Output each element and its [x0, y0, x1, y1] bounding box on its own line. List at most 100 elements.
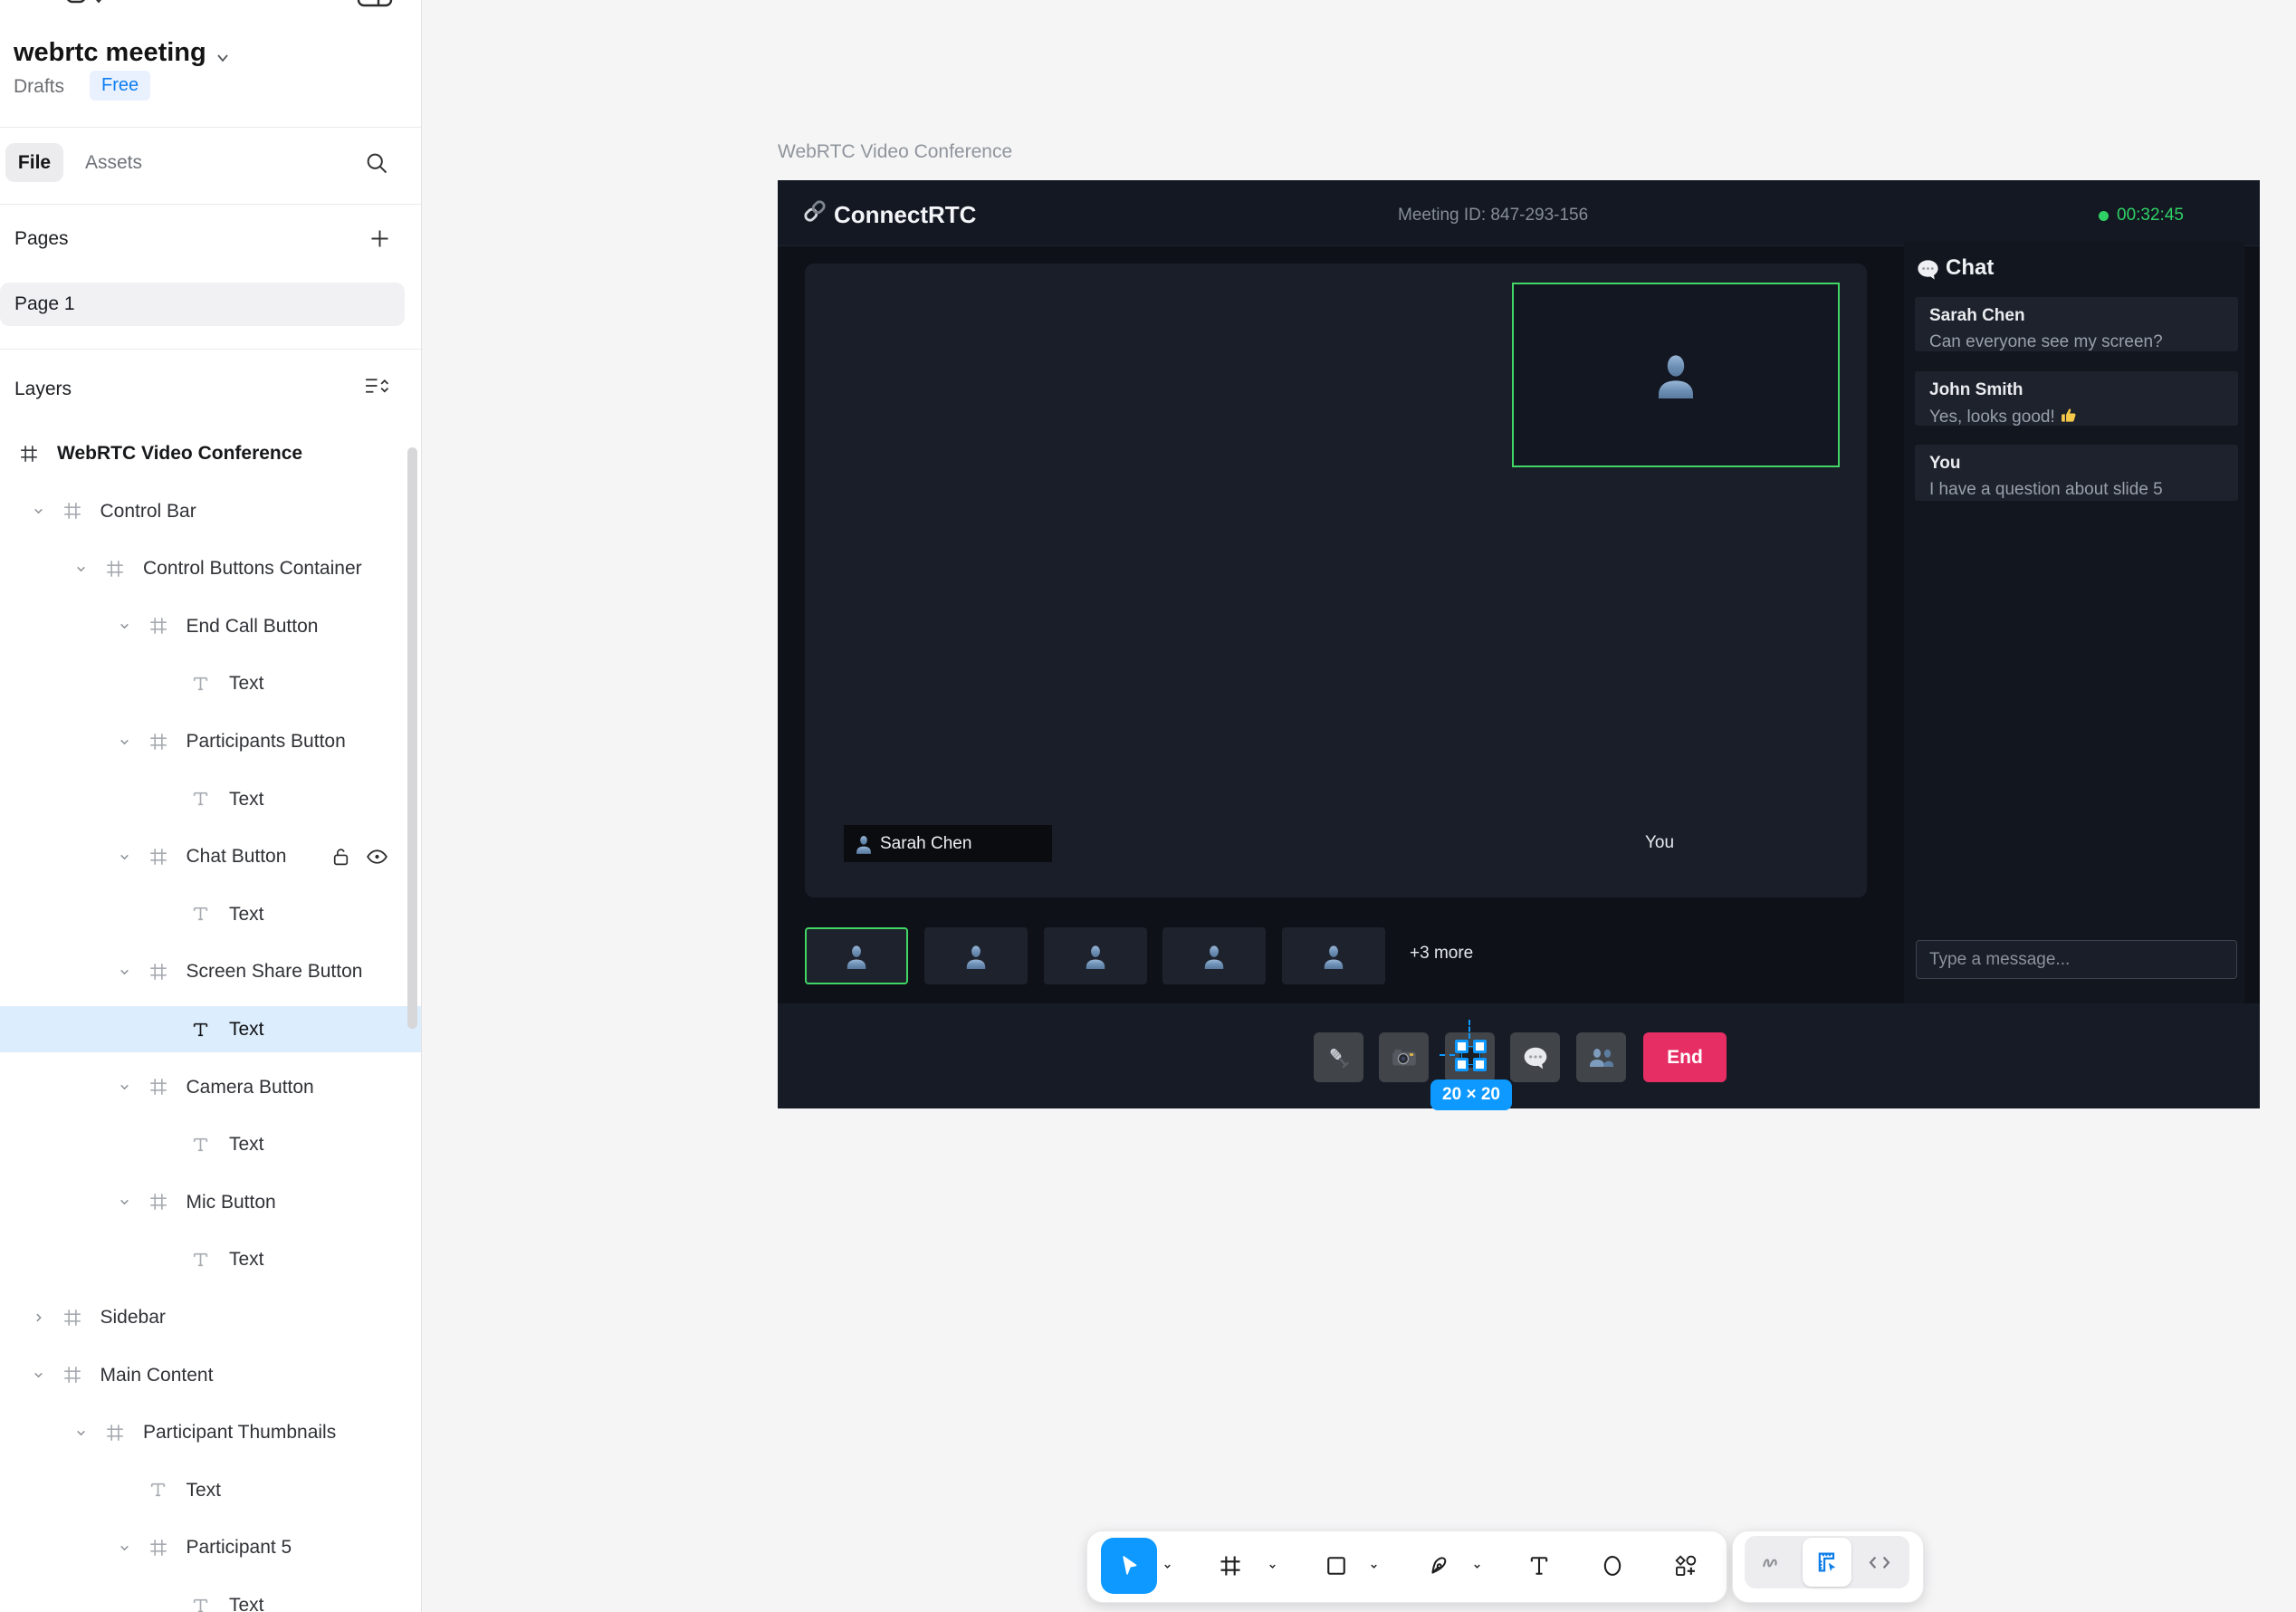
layer-chevron-down-icon[interactable]	[119, 965, 130, 977]
selection-guide-horizontal	[1440, 1054, 1455, 1056]
layer-chevron-down-icon[interactable]	[119, 850, 130, 862]
speaker-name-pill[interactable]: Sarah Chen	[844, 825, 1052, 862]
add-page-icon[interactable]	[368, 226, 392, 251]
layer-row-camera-button[interactable]: Camera Button	[0, 1064, 421, 1110]
unlock-icon[interactable]	[331, 846, 350, 867]
selection-handle-sw[interactable]	[1455, 1058, 1468, 1071]
selection-handle-nw[interactable]	[1455, 1040, 1468, 1053]
frame-tool-chevron-icon[interactable]	[1268, 1561, 1277, 1571]
chat-toggle-button[interactable]	[1510, 1032, 1560, 1082]
dev-mode-code-icon[interactable]	[1867, 1550, 1892, 1576]
layer-label: Text	[229, 1249, 264, 1271]
comment-tool-button[interactable]	[1600, 1553, 1625, 1578]
figma-logo-icon[interactable]	[65, 0, 89, 14]
move-tool-chevron-icon[interactable]	[1162, 1561, 1172, 1571]
participants-button[interactable]	[1576, 1032, 1626, 1082]
layer-row-participant-thumbnails[interactable]: Participant Thumbnails	[0, 1409, 421, 1455]
layer-row-text[interactable]: Text	[0, 1121, 421, 1167]
collapse-layers-icon[interactable]	[364, 375, 389, 398]
rectangle-tool-button[interactable]	[1324, 1553, 1349, 1578]
participant-thumbnail-3[interactable]	[1043, 927, 1147, 984]
meeting-id-text: Meeting ID: 847-293-156	[1398, 206, 1589, 225]
layer-chevron-down-icon[interactable]	[119, 1081, 130, 1093]
layer-row-text[interactable]: Text	[0, 1236, 421, 1282]
layer-row-control-buttons-container[interactable]: Control Buttons Container	[0, 545, 421, 591]
measure-mode-button[interactable]	[1803, 1538, 1851, 1587]
layer-row-chat-button[interactable]: Chat Button	[0, 833, 421, 879]
layer-chevron-down-icon[interactable]	[119, 1196, 130, 1208]
participant-thumbnail-1[interactable]	[805, 927, 908, 984]
chat-header: Chat	[1946, 255, 1995, 280]
tab-assets[interactable]: Assets	[85, 152, 142, 174]
layer-row-main-content[interactable]: Main Content	[0, 1352, 421, 1398]
chat-message-text: Yes, looks good!	[1929, 407, 2238, 427]
layer-row-text[interactable]: Text	[0, 1467, 421, 1513]
search-icon[interactable]	[364, 150, 389, 176]
text-layer-icon	[191, 1596, 210, 1612]
selection-handle-ne[interactable]	[1473, 1040, 1487, 1053]
layout-grid-icon[interactable]	[357, 0, 393, 14]
layer-row-participants-button[interactable]: Participants Button	[0, 718, 421, 764]
layers-scrollbar[interactable]	[407, 447, 417, 1029]
chat-message-input[interactable]	[1916, 940, 2237, 979]
file-title[interactable]: webrtc meeting	[14, 38, 206, 68]
pen-tool-chevron-icon[interactable]	[1472, 1561, 1482, 1571]
text-layer-icon	[191, 1250, 210, 1269]
pen-tool-button[interactable]	[1427, 1553, 1452, 1578]
actions-tool-button[interactable]	[1673, 1553, 1698, 1578]
layer-chevron-right-icon[interactable]	[33, 1311, 44, 1323]
frame-layer-icon	[148, 962, 168, 982]
page-item-active[interactable]: Page 1	[0, 283, 405, 326]
layer-row-mic-button[interactable]: Mic Button	[0, 1179, 421, 1225]
participant-thumbnail-5[interactable]	[1281, 927, 1385, 984]
file-title-chevron-icon[interactable]	[215, 52, 230, 64]
layer-row-webrtc-video-conference[interactable]: WebRTC Video Conference	[0, 430, 421, 476]
layer-label: Text	[229, 1595, 264, 1612]
layer-row-text[interactable]: Text	[0, 891, 421, 937]
tab-file[interactable]: File	[5, 143, 63, 182]
chat-message-author: Sarah Chen	[1929, 306, 2025, 325]
breadcrumb-drafts[interactable]: Drafts	[14, 76, 64, 98]
layer-chevron-down-icon[interactable]	[75, 1426, 87, 1438]
canvas-frame-label[interactable]: WebRTC Video Conference	[778, 141, 1012, 163]
layer-chevron-down-icon[interactable]	[33, 1369, 44, 1381]
layer-row-participant-5[interactable]: Participant 5	[0, 1524, 421, 1570]
layer-row-text[interactable]: Text	[0, 776, 421, 822]
text-tool-button[interactable]	[1526, 1553, 1552, 1578]
self-video-tile[interactable]	[1512, 283, 1840, 467]
self-label: You	[1645, 833, 1675, 852]
layer-label: End Call Button	[186, 615, 319, 637]
layer-chevron-down-icon[interactable]	[0, 447, 1, 459]
participant-thumbnail-2[interactable]	[924, 927, 1028, 984]
camera-button[interactable]	[1379, 1032, 1429, 1082]
visibility-eye-icon[interactable]	[366, 849, 388, 864]
rectangle-tool-chevron-icon[interactable]	[1369, 1561, 1379, 1571]
layer-chevron-down-icon[interactable]	[119, 620, 130, 632]
page-item-label: Page 1	[14, 293, 75, 314]
layer-chevron-down-icon[interactable]	[75, 562, 87, 574]
layer-row-sidebar[interactable]: Sidebar	[0, 1294, 421, 1340]
layer-row-text[interactable]: Text	[0, 1006, 421, 1052]
layer-row-text[interactable]: Text	[0, 660, 421, 706]
layer-chevron-down-icon[interactable]	[119, 735, 130, 747]
meeting-timer: 00:32:45	[2099, 206, 2184, 225]
layer-chevron-down-icon[interactable]	[33, 505, 44, 517]
logo-chevron-down-icon[interactable]	[92, 0, 105, 5]
layer-chevron-down-icon[interactable]	[119, 1541, 130, 1553]
plan-badge[interactable]: Free	[90, 71, 151, 101]
layer-label: Text	[229, 788, 264, 810]
move-tool-button[interactable]	[1101, 1538, 1157, 1594]
camera-icon	[1392, 1049, 1416, 1066]
text-layer-icon	[191, 905, 210, 924]
design-brand-title: ConnectRTC	[834, 201, 977, 228]
end-call-button[interactable]: End	[1643, 1032, 1727, 1082]
frame-tool-button[interactable]	[1218, 1553, 1243, 1578]
layer-row-end-call-button[interactable]: End Call Button	[0, 603, 421, 649]
layer-row-screen-share-button[interactable]: Screen Share Button	[0, 948, 421, 994]
selection-handle-se[interactable]	[1473, 1058, 1487, 1071]
mic-button[interactable]	[1314, 1032, 1363, 1082]
layer-row-text[interactable]: Text	[0, 1582, 421, 1612]
layer-row-control-bar[interactable]: Control Bar	[0, 488, 421, 534]
participant-thumbnail-4[interactable]	[1162, 927, 1266, 984]
draw-mode-icon[interactable]	[1759, 1550, 1784, 1575]
